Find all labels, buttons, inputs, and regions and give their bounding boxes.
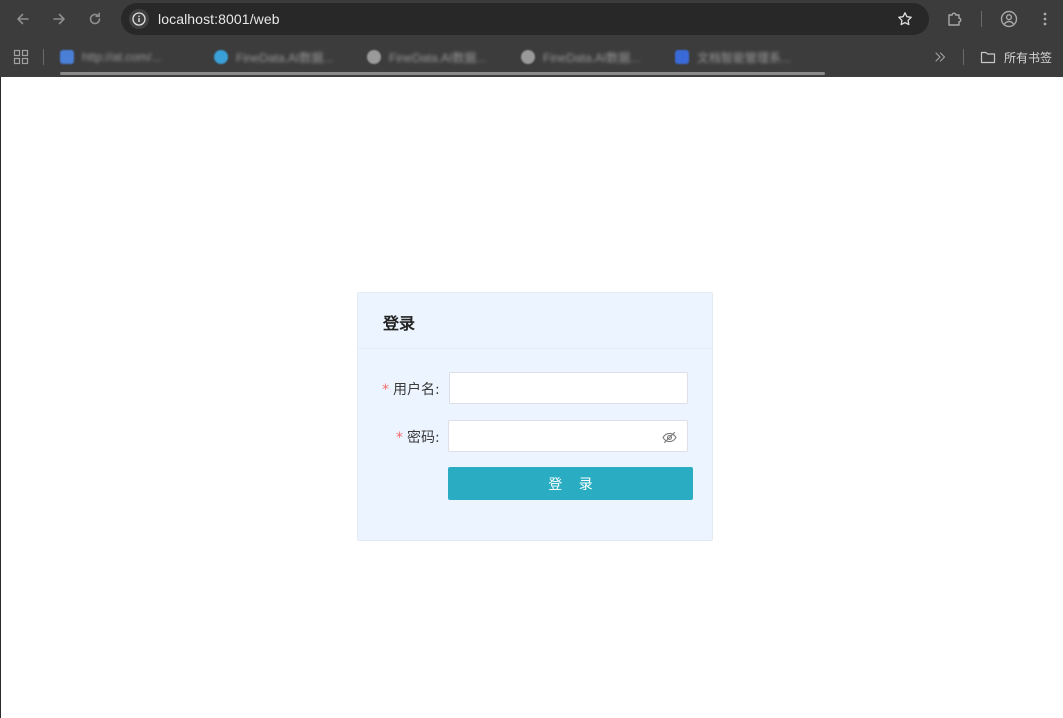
bookmark-favicon-icon xyxy=(60,50,74,64)
site-info-icon[interactable] xyxy=(129,9,149,29)
all-bookmarks-button[interactable]: 所有书签 xyxy=(980,47,1052,67)
reload-icon xyxy=(89,12,101,25)
folder-icon xyxy=(980,51,996,64)
bookmark-favicon-icon xyxy=(521,50,535,64)
bookmark-item[interactable]: http://at.com/... xyxy=(60,48,161,66)
forward-button[interactable] xyxy=(47,7,71,31)
bookmarks-scrollbar[interactable] xyxy=(60,72,825,75)
arrow-left-icon xyxy=(17,13,29,25)
username-label: * 用户名: xyxy=(382,379,440,399)
chevron-double-right-icon xyxy=(935,52,946,62)
bookmarks-bar: http://at.com/... FineData.AI数据... FineD… xyxy=(0,38,1063,77)
password-row: * 密码: xyxy=(358,420,712,452)
bookmark-label: 文档智能管理系... xyxy=(697,50,792,65)
bookmark-label: http://at.com/... xyxy=(82,50,162,64)
password-label-text: 密码 xyxy=(407,430,435,446)
bookmark-label: FineData.AI数据... xyxy=(389,50,487,65)
back-button[interactable] xyxy=(11,7,35,31)
more-vertical-icon xyxy=(1043,12,1047,26)
profile-button[interactable] xyxy=(997,7,1021,31)
account-circle-icon xyxy=(1000,10,1018,28)
browser-toolbar: localhost:8001/web xyxy=(0,0,1063,38)
address-bar[interactable]: localhost:8001/web xyxy=(121,3,929,35)
bookmark-favicon-icon xyxy=(675,50,689,64)
password-input[interactable] xyxy=(448,420,688,452)
menu-button[interactable] xyxy=(1033,7,1057,31)
star-icon xyxy=(898,12,912,26)
bookmark-item[interactable]: 文档智能管理系... xyxy=(675,48,791,66)
username-row: * 用户名: xyxy=(358,372,712,404)
bookmark-item[interactable]: FineData.AI数据... xyxy=(214,48,333,66)
apps-grid-icon xyxy=(13,49,29,65)
bookmark-star-button[interactable] xyxy=(895,9,915,29)
puzzle-icon xyxy=(948,12,962,26)
extensions-button[interactable] xyxy=(943,7,967,31)
bookmark-label: FineData.AI数据... xyxy=(543,50,641,65)
login-title: 登录 xyxy=(383,314,416,333)
required-mark: * xyxy=(382,382,389,398)
label-colon: : xyxy=(435,430,440,446)
password-label: * 密码: xyxy=(396,427,440,447)
bookmark-item[interactable]: FineData.AI数据... xyxy=(367,48,486,66)
page-content: 登录 * 用户名: * 密码: 登 录 xyxy=(0,77,1063,718)
all-bookmarks-label: 所有书签 xyxy=(1004,50,1053,65)
address-url[interactable]: localhost:8001/web xyxy=(158,11,280,27)
required-mark: * xyxy=(396,430,403,446)
bookmarks-divider xyxy=(43,49,44,65)
toolbar-divider xyxy=(981,11,982,27)
login-card-header: 登录 xyxy=(358,293,712,349)
login-card: 登录 * 用户名: * 密码: 登 录 xyxy=(357,292,713,541)
info-circle-icon xyxy=(132,12,146,26)
login-button[interactable]: 登 录 xyxy=(448,467,693,500)
username-label-text: 用户名 xyxy=(393,382,435,398)
apps-button[interactable] xyxy=(13,48,29,66)
browser-chrome: localhost:8001/web http://at.com/... Fin… xyxy=(0,0,1063,77)
toggle-password-visibility[interactable] xyxy=(661,429,677,445)
username-input[interactable] xyxy=(449,372,688,404)
bookmark-item[interactable]: FineData.AI数据... xyxy=(521,48,640,66)
arrow-right-icon xyxy=(53,13,65,25)
bookmarks-divider xyxy=(963,49,964,65)
bookmark-favicon-icon xyxy=(367,50,381,64)
reload-button[interactable] xyxy=(83,7,107,31)
label-colon: : xyxy=(435,382,440,398)
bookmark-favicon-icon xyxy=(214,50,228,64)
eye-slash-icon xyxy=(661,431,677,443)
bookmarks-overflow-button[interactable] xyxy=(933,48,947,66)
bookmark-label: FineData.AI数据... xyxy=(236,50,334,65)
